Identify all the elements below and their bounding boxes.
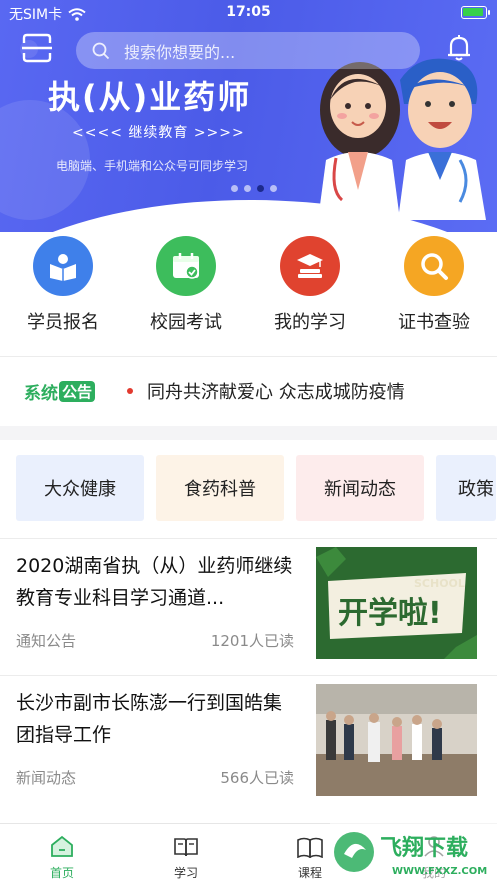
- category-chip-health[interactable]: 大众健康: [16, 455, 144, 521]
- thumb-badge: SCHOOL: [414, 577, 465, 590]
- battery-icon: [461, 6, 490, 19]
- system-notice[interactable]: 系统 公告 同舟共济献爱心 众志成城防疫情: [0, 357, 497, 425]
- menu-item-certificate[interactable]: 证书查验: [372, 236, 496, 334]
- carousel-dot[interactable]: [244, 185, 251, 192]
- section-gap: [0, 426, 497, 440]
- search-icon: [92, 42, 110, 59]
- site-watermark: 飞翔下载 WWW.FXXZ.COM: [330, 822, 497, 883]
- school-start-image: SCHOOL 开学啦!: [316, 547, 477, 659]
- graduation-books-icon: [280, 236, 340, 296]
- menu-label: 校园考试: [150, 312, 222, 333]
- notice-bullet: [127, 388, 134, 394]
- news-title[interactable]: 长沙市副市长陈澎一行到国皓集团指导工作: [16, 687, 300, 751]
- news-thumbnail[interactable]: SCHOOL 开学啦!: [316, 547, 477, 659]
- news-thumbnail[interactable]: [316, 684, 477, 796]
- notice-text[interactable]: 同舟共济献爱心 众志成城防疫情: [147, 378, 405, 404]
- status-bar: 无SIM卡 17:05: [0, 0, 497, 26]
- news-category: 通知公告: [16, 632, 77, 650]
- books-icon: [297, 837, 323, 858]
- banner-subtitle: <<<< 继续教育 >>>>: [72, 125, 245, 141]
- category-chip-science[interactable]: 食药科普: [156, 455, 284, 521]
- menu-item-enroll[interactable]: 学员报名: [1, 236, 125, 334]
- tab-home[interactable]: 首页: [22, 832, 102, 881]
- carousel-indicator[interactable]: [231, 185, 277, 192]
- search-input[interactable]: 搜索你想要的...: [76, 32, 420, 69]
- notice-tag-part1: 系统: [24, 383, 58, 404]
- thumb-text: 开学啦!: [338, 596, 442, 631]
- banner-carousel[interactable]: 执(从)业药师 <<<< 继续教育 >>>> 电脑端、手机端和公众号可同步学习: [0, 0, 497, 232]
- news-category: 新闻动态: [16, 769, 77, 787]
- quick-menu: 学员报名 校园考试 我的学习 证书查验: [0, 236, 497, 346]
- home-icon: [51, 835, 73, 857]
- menu-item-exam[interactable]: 校园考试: [124, 236, 248, 334]
- carousel-dot[interactable]: [270, 185, 277, 192]
- notice-tag-part2: 公告: [59, 380, 96, 402]
- tab-label: 首页: [49, 866, 74, 880]
- carousel-dot-active[interactable]: [257, 185, 264, 192]
- open-book-icon: [174, 838, 198, 857]
- scan-icon[interactable]: [21, 33, 53, 63]
- menu-label: 我的学习: [274, 312, 346, 333]
- status-time: 17:05: [226, 4, 271, 20]
- tab-study[interactable]: 学习: [146, 832, 226, 881]
- menu-item-my-study[interactable]: 我的学习: [248, 236, 372, 334]
- watermark-url: WWW.FXXZ.COM: [392, 866, 487, 877]
- calendar-check-icon: [156, 236, 216, 296]
- news-item[interactable]: 长沙市副市长陈澎一行到国皓集团指导工作 新闻动态 566人已读: [0, 675, 497, 812]
- notice-tag: 系统 公告: [24, 379, 96, 404]
- magnifier-icon: [404, 236, 464, 296]
- banner-title: 执(从)业药师: [48, 78, 252, 116]
- bell-icon[interactable]: [444, 33, 474, 63]
- category-chip-news[interactable]: 新闻动态: [296, 455, 424, 521]
- visit-photo-image: [316, 684, 477, 796]
- menu-label: 证书查验: [398, 312, 470, 333]
- category-chip-policy[interactable]: 政策: [436, 455, 496, 521]
- news-item[interactable]: 2020湖南省执（从）业药师继续教育专业科目学习通道... 通知公告 1201人…: [0, 538, 497, 675]
- menu-label: 学员报名: [27, 312, 99, 333]
- news-title[interactable]: 2020湖南省执（从）业药师继续教育专业科目学习通道...: [16, 550, 300, 614]
- news-read-count: 566人已读: [220, 769, 294, 787]
- tab-label: 学习: [173, 866, 198, 880]
- carousel-dot[interactable]: [231, 185, 238, 192]
- book-reader-icon: [33, 236, 93, 296]
- banner-description: 电脑端、手机端和公众号可同步学习: [56, 159, 249, 173]
- watermark-text: 飞翔下载: [380, 835, 468, 861]
- news-read-count: 1201人已读: [210, 632, 294, 650]
- search-placeholder: 搜索你想要的...: [124, 42, 236, 62]
- category-tabs: 大众健康 食药科普 新闻动态 政策: [16, 455, 496, 521]
